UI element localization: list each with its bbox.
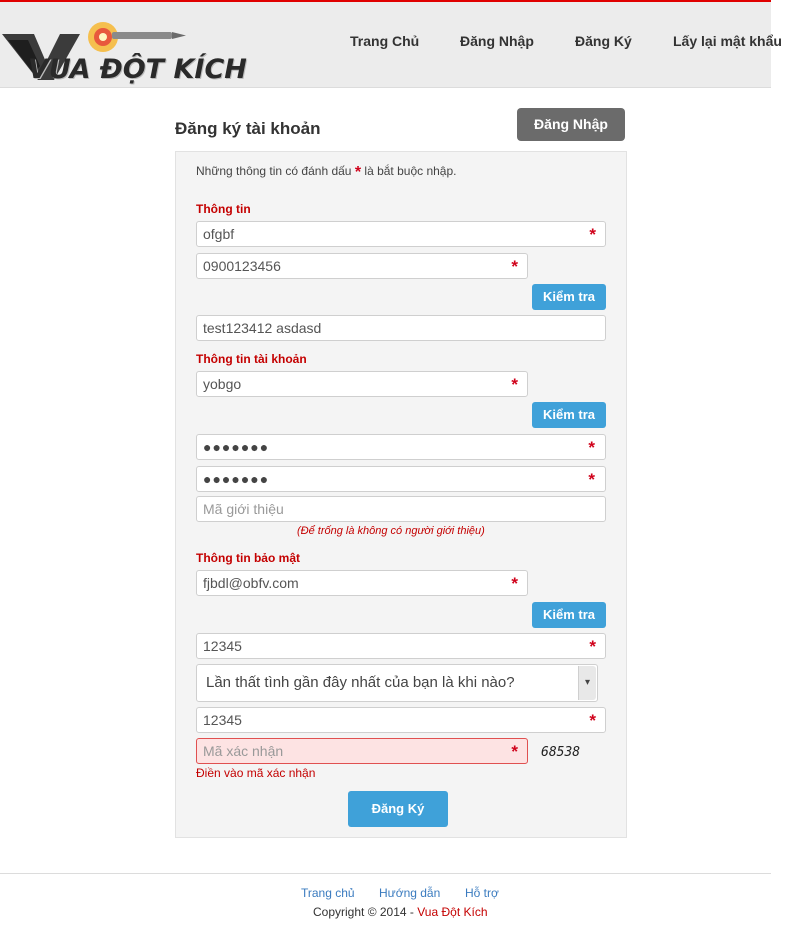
required-star: *	[588, 438, 596, 457]
nav-home[interactable]: Trang Chủ	[350, 33, 419, 49]
required-star: *	[511, 375, 518, 394]
logo-text: VUA ĐỘT KÍCH	[28, 54, 247, 85]
chevron-down-icon[interactable]: ▾	[578, 666, 596, 700]
nav-login[interactable]: Đăng Nhập	[460, 33, 534, 49]
required-star: *	[354, 164, 362, 181]
required-star: *	[589, 711, 596, 730]
security-question-select[interactable]: Lần thất tình gần đây nhất của bạn là kh…	[196, 664, 598, 702]
register-submit-button[interactable]: Đăng Ký	[348, 791, 448, 827]
footer-link-support[interactable]: Hỗ trợ	[465, 886, 499, 900]
section-heading-account: Thông tin tài khoản	[196, 352, 307, 366]
required-star: *	[511, 257, 518, 276]
top-nav: Trang Chủ Đăng Nhập Đăng Ký Lấy lại mật …	[0, 33, 800, 53]
pin-field[interactable]: 12345 *	[196, 633, 606, 659]
confirm-password-field[interactable]: ●●●●●●● *	[196, 466, 606, 492]
nav-recover-password[interactable]: Lấy lại mật khẩu	[673, 33, 782, 49]
captcha-field[interactable]: Mã xác nhận *	[196, 738, 528, 764]
username-field[interactable]: yobgo *	[196, 371, 528, 397]
password-field[interactable]: ●●●●●●● *	[196, 434, 606, 460]
footer-link-guide[interactable]: Hướng dẫn	[379, 886, 440, 900]
check-username-button[interactable]: Kiểm tra	[532, 402, 606, 428]
address-field[interactable]: test123412 asdasd	[196, 315, 606, 341]
login-button[interactable]: Đăng Nhập	[517, 108, 625, 141]
fullname-field[interactable]: ofgbf *	[196, 221, 606, 247]
section-heading-info: Thông tin	[196, 202, 251, 216]
section-heading-security: Thông tin bảo mật	[196, 551, 300, 565]
required-star: *	[589, 637, 596, 656]
required-star: *	[511, 742, 518, 761]
copyright: Copyright © 2014 - Vua Đột Kích	[313, 905, 488, 919]
required-star: *	[511, 574, 518, 593]
check-email-button[interactable]: Kiểm tra	[532, 602, 606, 628]
site-header: VUA ĐỘT KÍCH Trang Chủ Đăng Nhập Đăng Ký…	[0, 0, 782, 88]
page-title: Đăng ký tài khoản	[175, 119, 321, 138]
copyright-brand-link[interactable]: Vua Đột Kích	[417, 905, 487, 919]
phone-field[interactable]: 0900123456 *	[196, 253, 528, 279]
nav-register[interactable]: Đăng Ký	[575, 33, 632, 49]
required-star: *	[588, 470, 596, 489]
security-answer-field[interactable]: 12345 *	[196, 707, 606, 733]
check-phone-button[interactable]: Kiểm tra	[532, 284, 606, 310]
footer-divider	[0, 873, 771, 874]
email-field[interactable]: fjbdl@obfv.com *	[196, 570, 528, 596]
footer-link-home[interactable]: Trang chủ	[301, 886, 355, 900]
footer-links: Trang chủ Hướng dẫn Hỗ trợ	[0, 886, 800, 902]
required-star: *	[589, 225, 596, 244]
referral-hint: (Để trống là không có người giới thiệu)	[297, 525, 485, 537]
captcha-error-message: Điền vào mã xác nhận	[196, 766, 316, 780]
required-note: Những thông tin có đánh dấu * là bắt buộ…	[196, 164, 457, 181]
referral-code-field[interactable]: Mã giới thiệu	[196, 496, 606, 522]
captcha-image: 68538	[541, 745, 581, 760]
